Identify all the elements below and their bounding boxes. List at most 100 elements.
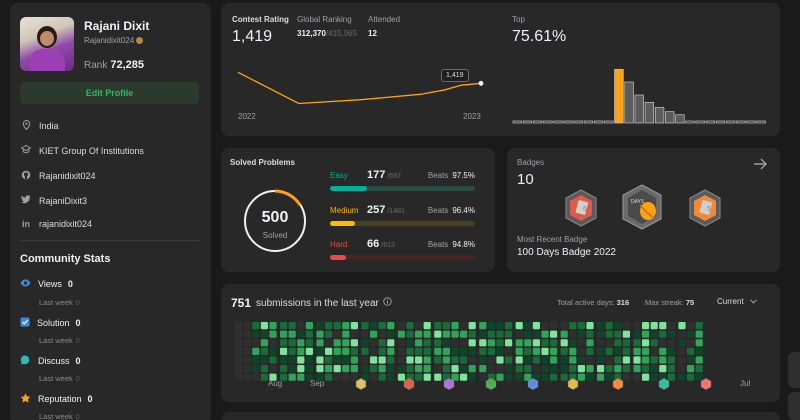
heatmap-cell[interactable] xyxy=(243,373,251,381)
heatmap-cell[interactable] xyxy=(342,365,350,373)
heatmap-cell[interactable] xyxy=(541,356,549,364)
heatmap-cell[interactable] xyxy=(333,330,341,338)
heatmap-cell[interactable] xyxy=(560,330,568,338)
heatmap-cell[interactable] xyxy=(659,322,667,330)
heatmap-cell[interactable] xyxy=(460,339,468,347)
heatmap-cell[interactable] xyxy=(541,347,549,355)
heatmap-cell[interactable] xyxy=(423,322,431,330)
heatmap-cell[interactable] xyxy=(288,347,296,355)
heatmap-cell[interactable] xyxy=(325,339,333,347)
side-tab[interactable] xyxy=(788,352,800,388)
heatmap-cell[interactable] xyxy=(460,347,468,355)
heatmap-cell[interactable] xyxy=(650,356,658,364)
heatmap-cell[interactable] xyxy=(487,322,495,330)
heatmap-cell[interactable] xyxy=(387,356,395,364)
avatar[interactable] xyxy=(20,17,74,71)
heatmap-cell[interactable] xyxy=(479,347,487,355)
heatmap-cell[interactable] xyxy=(280,339,288,347)
heatmap-cell[interactable] xyxy=(586,373,594,381)
heatmap-cell[interactable] xyxy=(541,373,549,381)
heatmap-cell[interactable] xyxy=(524,365,532,373)
heatmap-cell[interactable] xyxy=(487,339,495,347)
heatmap-cell[interactable] xyxy=(269,330,277,338)
heatmap-cell[interactable] xyxy=(415,339,423,347)
heatmap-cell[interactable] xyxy=(297,347,305,355)
heatmap-cell[interactable] xyxy=(297,365,305,373)
heatmap-cell[interactable] xyxy=(423,330,431,338)
badge-item-2[interactable]: DAYS xyxy=(620,183,664,236)
heatmap-cell[interactable] xyxy=(532,322,540,330)
heatmap-cell[interactable] xyxy=(597,322,605,330)
heatmap-cell[interactable] xyxy=(260,365,268,373)
heatmap-cell[interactable] xyxy=(387,339,395,347)
heatmap-cell[interactable] xyxy=(524,330,532,338)
heatmap-cell[interactable] xyxy=(316,365,324,373)
heatmap-cell[interactable] xyxy=(451,330,459,338)
heatmap-cell[interactable] xyxy=(614,347,622,355)
heatmap-cell[interactable] xyxy=(695,373,703,381)
heatmap-cell[interactable] xyxy=(460,365,468,373)
heatmap-cell[interactable] xyxy=(695,347,703,355)
heatmap-cell[interactable] xyxy=(532,356,540,364)
heatmap-cell[interactable] xyxy=(642,373,650,381)
heatmap-cell[interactable] xyxy=(333,322,341,330)
heatmap-cell[interactable] xyxy=(451,347,459,355)
heatmap-cell[interactable] xyxy=(496,347,504,355)
heatmap-cell[interactable] xyxy=(650,373,658,381)
heatmap-cell[interactable] xyxy=(451,339,459,347)
heatmap-cell[interactable] xyxy=(614,365,622,373)
heatmap-cell[interactable] xyxy=(342,356,350,364)
heatmap-cell[interactable] xyxy=(532,330,540,338)
heatmap-cell[interactable] xyxy=(370,347,378,355)
heatmap-cell[interactable] xyxy=(252,339,260,347)
heatmap-cell[interactable] xyxy=(614,322,622,330)
heatmap-cell[interactable] xyxy=(667,322,675,330)
heatmap-cell[interactable] xyxy=(442,356,450,364)
heatmap-cell[interactable] xyxy=(260,347,268,355)
heatmap-cell[interactable] xyxy=(614,330,622,338)
heatmap-cell[interactable] xyxy=(515,365,523,373)
heatmap-cell[interactable] xyxy=(560,365,568,373)
heatmap-cell[interactable] xyxy=(305,339,313,347)
heatmap-cell[interactable] xyxy=(423,347,431,355)
heatmap-cell[interactable] xyxy=(252,373,260,381)
heatmap-cell[interactable] xyxy=(252,322,260,330)
heatmap-cell[interactable] xyxy=(642,322,650,330)
heatmap-cell[interactable] xyxy=(667,373,675,381)
heatmap-cell[interactable] xyxy=(434,339,442,347)
heatmap-cell[interactable] xyxy=(642,356,650,364)
heatmap-cell[interactable] xyxy=(622,356,630,364)
heatmap-cell[interactable] xyxy=(505,347,513,355)
heatmap-cell[interactable] xyxy=(350,339,358,347)
heatmap-cell[interactable] xyxy=(560,347,568,355)
heatmap-cell[interactable] xyxy=(560,339,568,347)
heatmap-cell[interactable] xyxy=(280,322,288,330)
heatmap-cell[interactable] xyxy=(505,365,513,373)
heatmap-cell[interactable] xyxy=(550,356,558,364)
heatmap-cell[interactable] xyxy=(288,356,296,364)
heatmap-cell[interactable] xyxy=(397,339,405,347)
heatmap-cell[interactable] xyxy=(235,347,243,355)
monthly-badge-icon[interactable] xyxy=(527,378,539,390)
heatmap-cell[interactable] xyxy=(333,347,341,355)
heatmap-cell[interactable] xyxy=(667,347,675,355)
heatmap-cell[interactable] xyxy=(642,347,650,355)
heatmap-cell[interactable] xyxy=(695,365,703,373)
heatmap-cell[interactable] xyxy=(468,339,476,347)
heatmap-cell[interactable] xyxy=(650,339,658,347)
heatmap-cell[interactable] xyxy=(288,322,296,330)
heatmap-cell[interactable] xyxy=(350,322,358,330)
heatmap-cell[interactable] xyxy=(622,322,630,330)
heatmap-cell[interactable] xyxy=(325,365,333,373)
badge-item-3[interactable]: 5 xyxy=(687,188,723,233)
heatmap-cell[interactable] xyxy=(280,347,288,355)
heatmap-cell[interactable] xyxy=(243,347,251,355)
info-github[interactable]: Rajanidixit024 xyxy=(21,170,96,182)
heatmap-cell[interactable] xyxy=(378,339,386,347)
heatmap-cell[interactable] xyxy=(235,339,243,347)
heatmap-cell[interactable] xyxy=(378,356,386,364)
heatmap-cell[interactable] xyxy=(325,347,333,355)
heatmap-cell[interactable] xyxy=(479,356,487,364)
heatmap-cell[interactable] xyxy=(269,322,277,330)
heatmap-cell[interactable] xyxy=(280,356,288,364)
